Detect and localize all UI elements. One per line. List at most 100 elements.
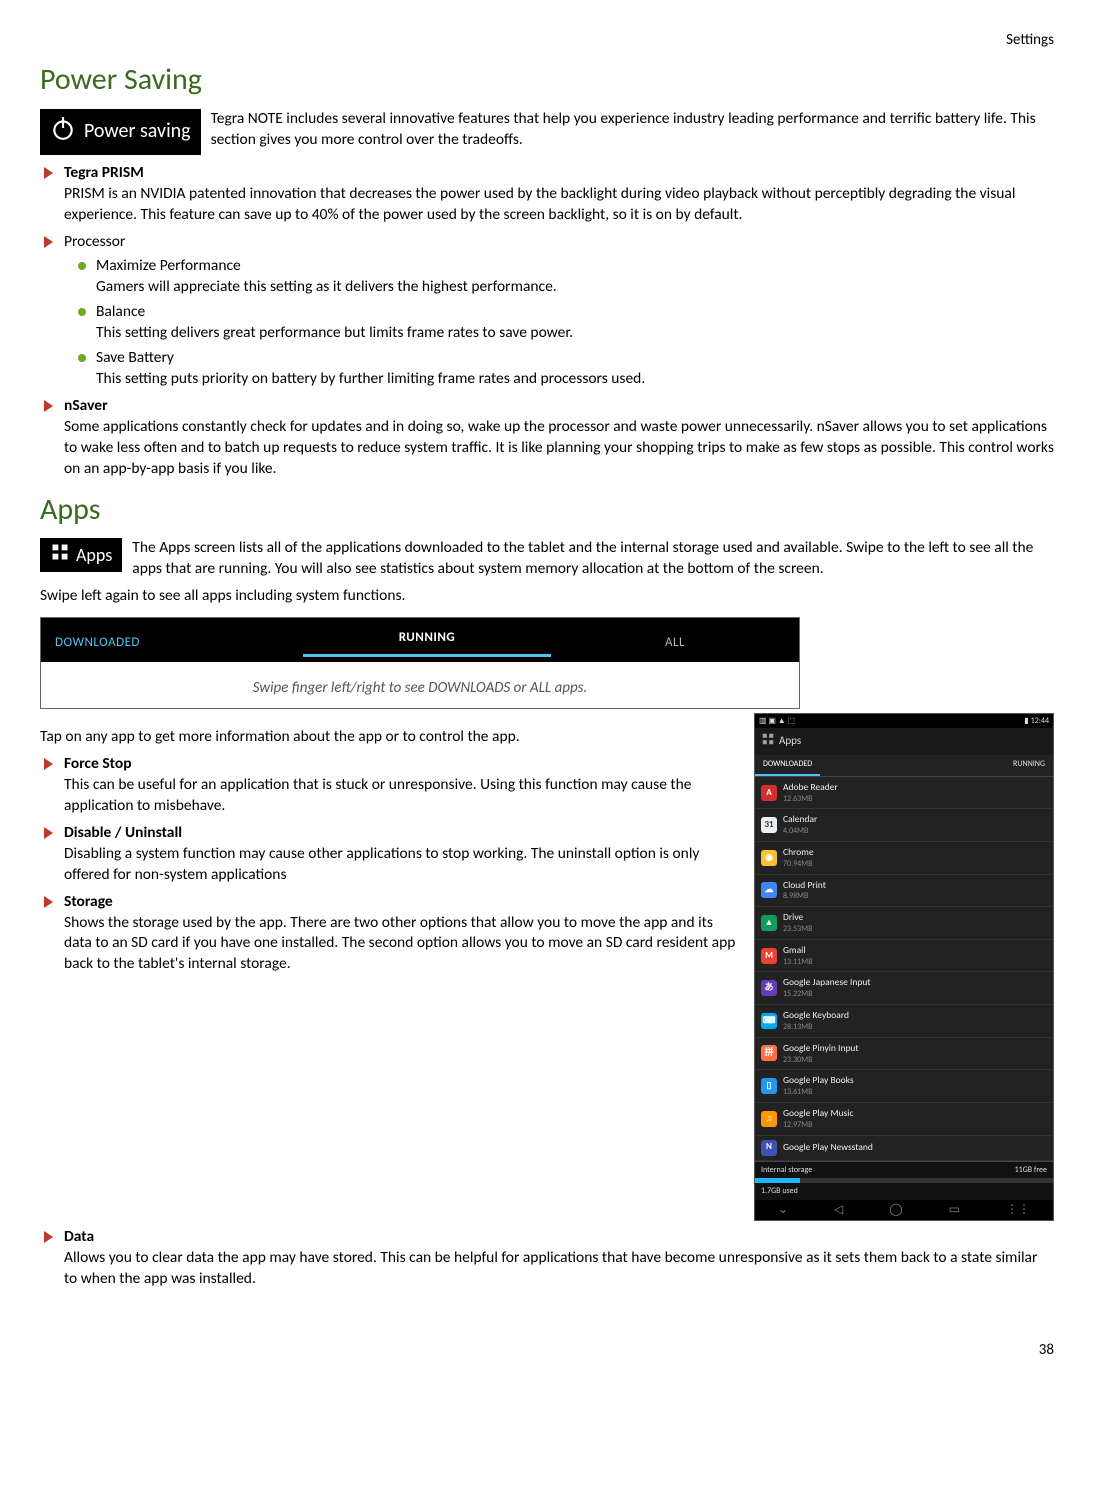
- app-row: ▲Drive23.53MB: [755, 907, 1053, 940]
- apps-icon: [50, 542, 70, 568]
- app-row: ☁ Cloud Print8.98MB: [755, 875, 1053, 908]
- app-name: Google Pinyin Input: [783, 1042, 859, 1055]
- app-icon: ⌨: [761, 1013, 777, 1029]
- app-icon: ◉: [761, 850, 777, 866]
- badge-power-label: Power saving: [84, 118, 191, 145]
- item-title: Storage: [64, 892, 736, 913]
- phone-tab-downloaded: DOWNLOADED: [755, 755, 820, 776]
- status-icons: ▥ ▣ ▲ ⬚: [759, 716, 795, 727]
- app-size: 23.30MB: [783, 1055, 859, 1066]
- list-item: Disable / UninstallDisabling a system fu…: [40, 823, 736, 886]
- swipe-caption: Swipe finger left/right to see DOWNLOADS…: [41, 662, 799, 708]
- page-number: 38: [40, 1340, 1054, 1360]
- phone-storage-free: 11GB free: [1015, 1165, 1047, 1176]
- list-item: DataAllows you to clear data the app may…: [40, 1227, 1054, 1290]
- phone-screenshot: ▥ ▣ ▲ ⬚ ▮12:44 Apps DOWNLOADED RUNNING A…: [754, 713, 1054, 1221]
- app-name: Chrome: [783, 846, 814, 859]
- phone-title: Apps: [779, 734, 801, 749]
- app-icon: あ: [761, 980, 777, 996]
- phone-tab-running: RUNNING: [1005, 755, 1053, 776]
- app-icon: 拼: [761, 1045, 777, 1061]
- power-icon: [50, 115, 76, 149]
- tab-downloaded: DOWNLOADED: [41, 628, 303, 652]
- app-row: A Adobe Reader12.63MB: [755, 777, 1053, 810]
- app-size: 12.63MB: [783, 794, 838, 805]
- item-title: nSaver: [64, 396, 1054, 417]
- sub-item-body: Gamers will appreciate this setting as i…: [96, 277, 1054, 298]
- item-title: Processor: [64, 232, 1054, 253]
- list-item: StorageShows the storage used by the app…: [40, 892, 736, 976]
- sub-item-title: Balance: [96, 302, 1054, 323]
- heading-apps: Apps: [40, 490, 1054, 531]
- nav-recent-icon: ▭: [949, 1202, 960, 1218]
- app-name: Gmail: [783, 944, 812, 957]
- app-size: 4.04MB: [783, 826, 817, 837]
- item-title: Force Stop: [64, 754, 736, 775]
- phone-apps-icon: [761, 732, 775, 751]
- app-size: 8.98MB: [783, 891, 826, 902]
- app-size: 15.22MB: [783, 989, 871, 1000]
- app-row: あ Google Japanese Input15.22MB: [755, 972, 1053, 1005]
- app-name: Cloud Print: [783, 879, 826, 892]
- phone-storage-label: Internal storage: [761, 1165, 812, 1176]
- app-icon: ▯: [761, 1078, 777, 1094]
- item-title: Data: [64, 1227, 1054, 1248]
- list-item: Processor Maximize PerformanceGamers will…: [40, 232, 1054, 390]
- phone-navbar: ⌄ ◁ ◯ ▭ ⋮⋮: [755, 1200, 1053, 1220]
- app-row: M Gmail13.11MB: [755, 940, 1053, 973]
- item-body: Some applications constantly check for u…: [64, 417, 1054, 480]
- item-title: Disable / Uninstall: [64, 823, 736, 844]
- phone-storage-used: 1.7GB used: [761, 1186, 798, 1197]
- badge-apps-label: Apps: [76, 543, 112, 567]
- app-icon: ♫: [761, 1111, 777, 1127]
- app-icon: A: [761, 785, 777, 801]
- sub-item-body: This setting puts priority on battery by…: [96, 369, 1054, 390]
- app-size: 13.61MB: [783, 1087, 854, 1098]
- app-icon: ▲: [761, 915, 777, 931]
- app-name: Adobe Reader: [783, 781, 838, 794]
- app-name: Google Play Newsstand: [783, 1141, 873, 1154]
- apps-intro: The Apps screen lists all of the applica…: [40, 538, 1054, 580]
- app-icon: ☁: [761, 882, 777, 898]
- app-icon: M: [761, 948, 777, 964]
- sub-item: Save BatteryThis setting puts priority o…: [78, 348, 1054, 390]
- heading-power-saving: Power Saving: [40, 60, 1054, 101]
- app-row: ▯ Google Play Books13.61MB: [755, 1070, 1053, 1103]
- nav-voice-icon: ⌄: [778, 1202, 788, 1218]
- list-item: nSaverSome applications constantly check…: [40, 396, 1054, 480]
- list-item: Tegra PRISMPRISM is an NVIDIA patented i…: [40, 163, 1054, 226]
- nav-menu-icon: ⋮⋮: [1006, 1202, 1030, 1218]
- app-row: N Google Play Newsstand: [755, 1136, 1053, 1161]
- item-title: Tegra PRISM: [64, 163, 1054, 184]
- sub-item-body: This setting delivers great performance …: [96, 323, 1054, 344]
- phone-storage-bar: [755, 1178, 1053, 1183]
- app-name: Google Play Books: [783, 1074, 854, 1087]
- sub-item: BalanceThis setting delivers great perfo…: [78, 302, 1054, 344]
- app-row: ◉Chrome70.94MB: [755, 842, 1053, 875]
- nav-home-icon: ◯: [889, 1202, 902, 1218]
- item-body: This can be useful for an application th…: [64, 775, 736, 817]
- sub-item-title: Maximize Performance: [96, 256, 1054, 277]
- item-body: Shows the storage used by the app. There…: [64, 913, 736, 976]
- list-item: Force StopThis can be useful for an appl…: [40, 754, 736, 817]
- app-row: 31Calendar4.04MB: [755, 809, 1053, 842]
- app-size: 28.13MB: [783, 1022, 849, 1033]
- app-icon: N: [761, 1140, 777, 1156]
- nav-back-icon: ◁: [834, 1202, 843, 1218]
- app-size: 12.97MB: [783, 1120, 853, 1131]
- item-body: PRISM is an NVIDIA patented innovation t…: [64, 184, 1054, 226]
- apps-tap-intro: Tap on any app to get more information a…: [40, 727, 736, 748]
- app-name: Google Play Music: [783, 1107, 853, 1120]
- app-name: Google Japanese Input: [783, 976, 871, 989]
- apps-swipe-again: Swipe left again to see all apps includi…: [40, 586, 1054, 607]
- app-name: Google Keyboard: [783, 1009, 849, 1022]
- sub-item: Maximize PerformanceGamers will apprecia…: [78, 256, 1054, 298]
- sub-item-title: Save Battery: [96, 348, 1054, 369]
- badge-power-saving: Power saving: [40, 109, 201, 155]
- app-size: 23.53MB: [783, 924, 812, 935]
- app-size: 13.11MB: [783, 957, 812, 968]
- badge-apps: Apps: [40, 538, 122, 572]
- app-name: Calendar: [783, 813, 817, 826]
- tab-running: RUNNING: [303, 623, 551, 658]
- item-body: Allows you to clear data the app may hav…: [64, 1248, 1054, 1290]
